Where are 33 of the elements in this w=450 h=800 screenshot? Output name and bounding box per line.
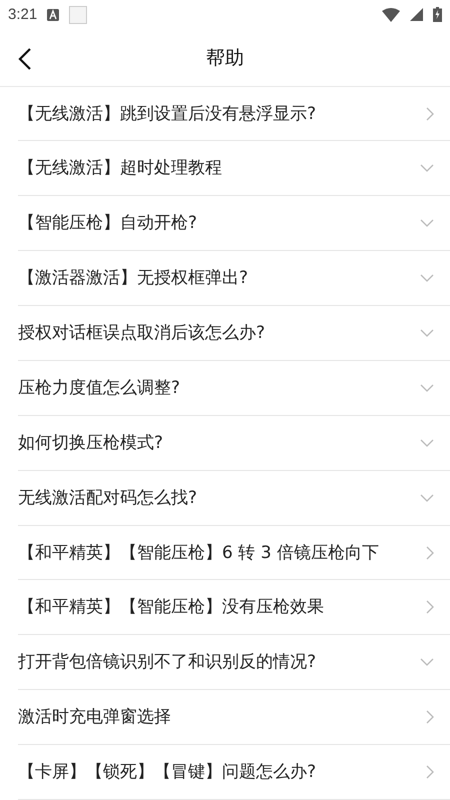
page-title: 帮助 [206, 46, 244, 71]
chevron-down-icon [420, 164, 434, 172]
help-item[interactable]: 压枪力度值怎么调整? [18, 360, 450, 416]
help-item[interactable]: 【和平精英】【智能压枪】没有压枪效果 [18, 580, 450, 636]
help-item[interactable]: 【激活器激活】无授权框弹出? [18, 251, 450, 306]
wifi-icon [382, 8, 400, 22]
chevron-down-icon [420, 494, 434, 502]
chevron-down-icon [420, 658, 434, 666]
chevron-right-icon [426, 546, 434, 560]
help-item[interactable]: 【无线激活】超时处理教程 [18, 141, 450, 196]
chevron-right-icon [426, 106, 434, 121]
help-item[interactable]: 【智能压枪】自动开枪? [18, 196, 450, 252]
image-icon [69, 6, 88, 24]
chevron-right-icon [426, 600, 434, 614]
battery-charging-icon [433, 7, 442, 22]
help-item[interactable]: 激活时充电弹窗选择 [18, 690, 450, 746]
notification-icon [47, 8, 60, 21]
chevron-down-icon [420, 438, 434, 447]
help-item[interactable]: 【和平精英】【智能压枪】6 转 3 倍镜压枪向下 [18, 526, 450, 580]
help-item[interactable]: 【无线激活】跳到设置后没有悬浮显示? [18, 86, 450, 142]
help-item[interactable]: 如何切换压枪模式? [18, 416, 450, 471]
help-item[interactable]: 打开背包倍镜识别不了和识别反的情况? [18, 635, 450, 690]
chevron-right-icon [426, 765, 434, 780]
chevron-right-icon [426, 710, 434, 724]
help-item[interactable]: 【卡屏】【锁死】【冒键】问题怎么办? [18, 745, 450, 800]
chevron-down-icon [420, 274, 434, 282]
chevron-down-icon [420, 219, 434, 228]
chevron-down-icon [420, 384, 434, 392]
help-item[interactable]: 无线激活配对码怎么找? [18, 470, 450, 526]
status-time: 3:21 [8, 6, 38, 24]
help-item[interactable]: 授权对话框误点取消后该怎么办? [18, 306, 450, 361]
signal-icon [410, 8, 423, 22]
chevron-down-icon [420, 329, 434, 338]
